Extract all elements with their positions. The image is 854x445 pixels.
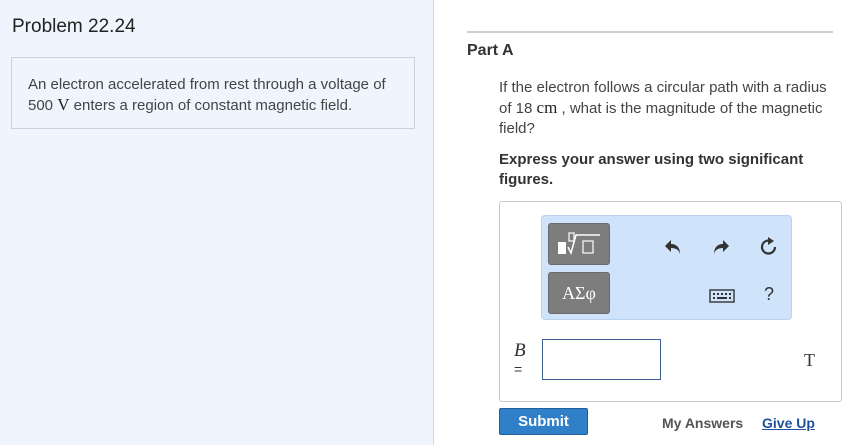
templates-button[interactable] <box>548 223 610 265</box>
submit-button[interactable]: Submit <box>499 408 588 435</box>
voltage-unit: V <box>57 95 70 114</box>
problem-text-part2: enters a region of constant magnetic fie… <box>69 97 353 114</box>
undo-icon[interactable] <box>661 235 685 259</box>
problem-statement: An electron accelerated from rest throug… <box>11 57 415 129</box>
part-title: Part A <box>467 42 514 59</box>
help-icon[interactable]: ? <box>757 282 781 306</box>
problem-title: Problem 22.24 <box>12 16 136 37</box>
templates-icon <box>558 232 600 256</box>
answer-input[interactable] <box>542 339 661 380</box>
keyboard-icon[interactable] <box>708 284 736 308</box>
redo-icon[interactable] <box>709 235 733 259</box>
my-answers-label: My Answers <box>662 415 744 431</box>
section-divider <box>467 31 833 33</box>
problem-panel: Problem 22.24 An electron accelerated fr… <box>0 0 434 445</box>
give-up-link[interactable]: Give Up <box>762 415 815 431</box>
math-toolbar: ΑΣφ ? <box>541 215 792 320</box>
answer-instruction: Express your answer using two significan… <box>499 151 804 188</box>
answer-variable: B <box>514 340 526 361</box>
radius-unit: cm <box>536 98 558 117</box>
reset-icon[interactable] <box>757 235 781 259</box>
equals-sign: = <box>514 361 523 377</box>
answer-unit: T <box>804 350 815 370</box>
symbols-button[interactable]: ΑΣφ <box>548 272 610 314</box>
question-text: If the electron follows a circular path … <box>499 78 839 139</box>
